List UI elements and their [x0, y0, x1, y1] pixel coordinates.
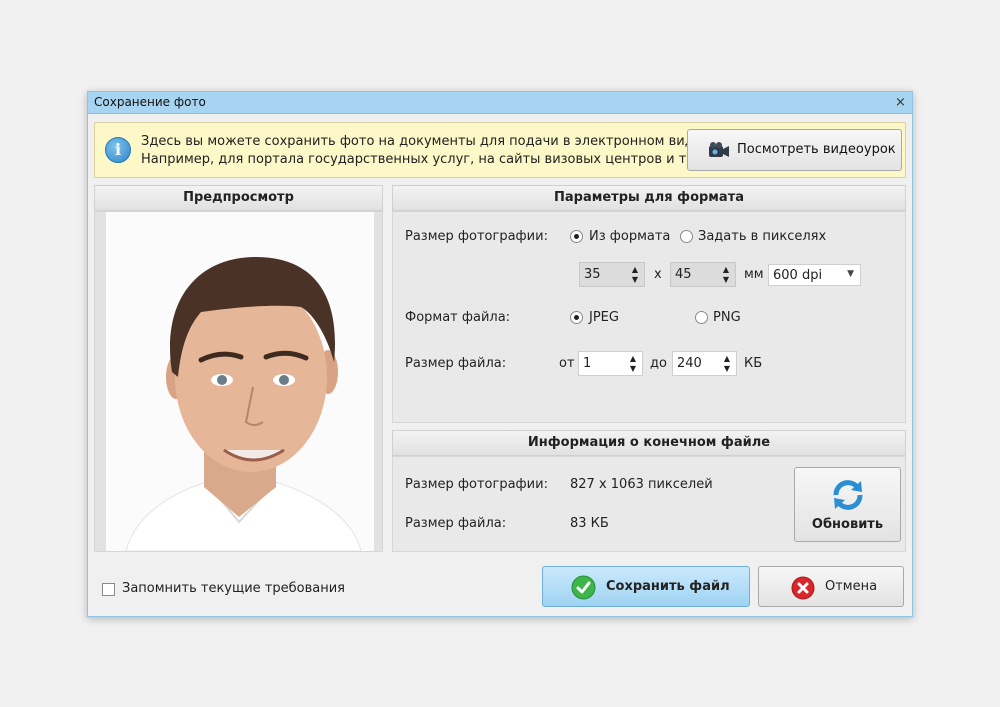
window-title: Сохранение фото	[94, 95, 206, 109]
remember-checkbox[interactable]	[102, 583, 115, 596]
radio-from-format[interactable]	[570, 230, 583, 243]
width-stepper[interactable]: 35 ▲ ▼	[579, 262, 645, 287]
info-banner: i Здесь вы можете сохранить фото на доку…	[94, 122, 906, 178]
preview-panel	[94, 211, 383, 552]
photo-size-label: Размер фотографии:	[405, 229, 548, 244]
from-label: от	[559, 356, 575, 371]
dpi-value: 600 dpi	[773, 268, 823, 283]
width-value: 35	[584, 267, 601, 282]
save-photo-dialog: Сохранение фото × i Здесь вы можете сохр…	[87, 91, 913, 617]
min-size-down-icon[interactable]: ▼	[627, 364, 639, 374]
checkmark-icon	[571, 575, 596, 600]
radio-png[interactable]	[695, 311, 708, 324]
radio-from-format-label[interactable]: Из формата	[589, 229, 670, 244]
cancel-button[interactable]: Отмена	[758, 566, 904, 607]
preview-header: Предпросмотр	[94, 185, 383, 211]
save-file-button[interactable]: Сохранить файл	[542, 566, 750, 607]
remember-label[interactable]: Запомнить текущие требования	[122, 581, 345, 596]
width-down-icon[interactable]: ▼	[629, 275, 641, 285]
height-down-icon[interactable]: ▼	[720, 275, 732, 285]
times-sign: x	[654, 267, 662, 282]
radio-set-pixels[interactable]	[680, 230, 693, 243]
radio-png-label[interactable]: PNG	[713, 310, 741, 325]
result-photo-size-value: 827 x 1063 пикселей	[570, 477, 713, 492]
video-camera-icon	[709, 142, 729, 157]
min-size-value: 1	[583, 356, 592, 371]
info-line-2: Например, для портала государственных ус…	[141, 152, 704, 167]
person-portrait	[106, 212, 374, 551]
format-params-header: Параметры для формата	[392, 185, 906, 211]
file-size-label: Размер файла:	[405, 356, 507, 371]
unit-kb: КБ	[744, 356, 763, 371]
result-file-size-label: Размер файла:	[405, 516, 507, 531]
cancel-label: Отмена	[825, 579, 878, 594]
min-size-stepper[interactable]: 1 ▲ ▼	[578, 351, 643, 376]
unit-mm: мм	[744, 267, 764, 282]
portrait-photo	[106, 212, 374, 551]
min-size-up-icon[interactable]: ▲	[627, 354, 639, 364]
max-size-down-icon[interactable]: ▼	[721, 364, 733, 374]
height-up-icon[interactable]: ▲	[720, 265, 732, 275]
save-file-label: Сохранить файл	[606, 579, 730, 594]
max-size-value: 240	[677, 356, 702, 371]
info-text: Здесь вы можете сохранить фото на докуме…	[141, 133, 706, 169]
info-icon: i	[105, 137, 131, 163]
radio-set-pixels-label[interactable]: Задать в пикселях	[698, 229, 826, 244]
cancel-icon	[791, 576, 815, 600]
format-params-panel: Размер фотографии: Из формата Задать в п…	[392, 211, 906, 423]
max-size-stepper[interactable]: 240 ▲ ▼	[672, 351, 737, 376]
dpi-select[interactable]: 600 dpi ▼	[768, 264, 861, 286]
close-icon[interactable]: ×	[893, 95, 908, 110]
file-format-label: Формат файла:	[405, 310, 511, 325]
to-label: до	[650, 356, 667, 371]
result-info-header: Информация о конечном файле	[392, 430, 906, 456]
refresh-icon	[833, 480, 863, 510]
chevron-down-icon: ▼	[847, 269, 854, 279]
refresh-label: Обновить	[811, 517, 884, 532]
height-value: 45	[675, 267, 692, 282]
radio-jpeg-label[interactable]: JPEG	[589, 310, 619, 325]
result-file-size-value: 83 КБ	[570, 516, 609, 531]
radio-jpeg[interactable]	[570, 311, 583, 324]
width-up-icon[interactable]: ▲	[629, 265, 641, 275]
refresh-button[interactable]: Обновить	[794, 467, 901, 542]
watch-video-label: Посмотреть видеоурок	[737, 142, 896, 157]
max-size-up-icon[interactable]: ▲	[721, 354, 733, 364]
watch-video-button[interactable]: Посмотреть видеоурок	[687, 129, 902, 171]
info-line-1: Здесь вы можете сохранить фото на докуме…	[141, 134, 706, 149]
height-stepper[interactable]: 45 ▲ ▼	[670, 262, 736, 287]
title-bar[interactable]: Сохранение фото ×	[88, 92, 912, 114]
result-photo-size-label: Размер фотографии:	[405, 477, 548, 492]
